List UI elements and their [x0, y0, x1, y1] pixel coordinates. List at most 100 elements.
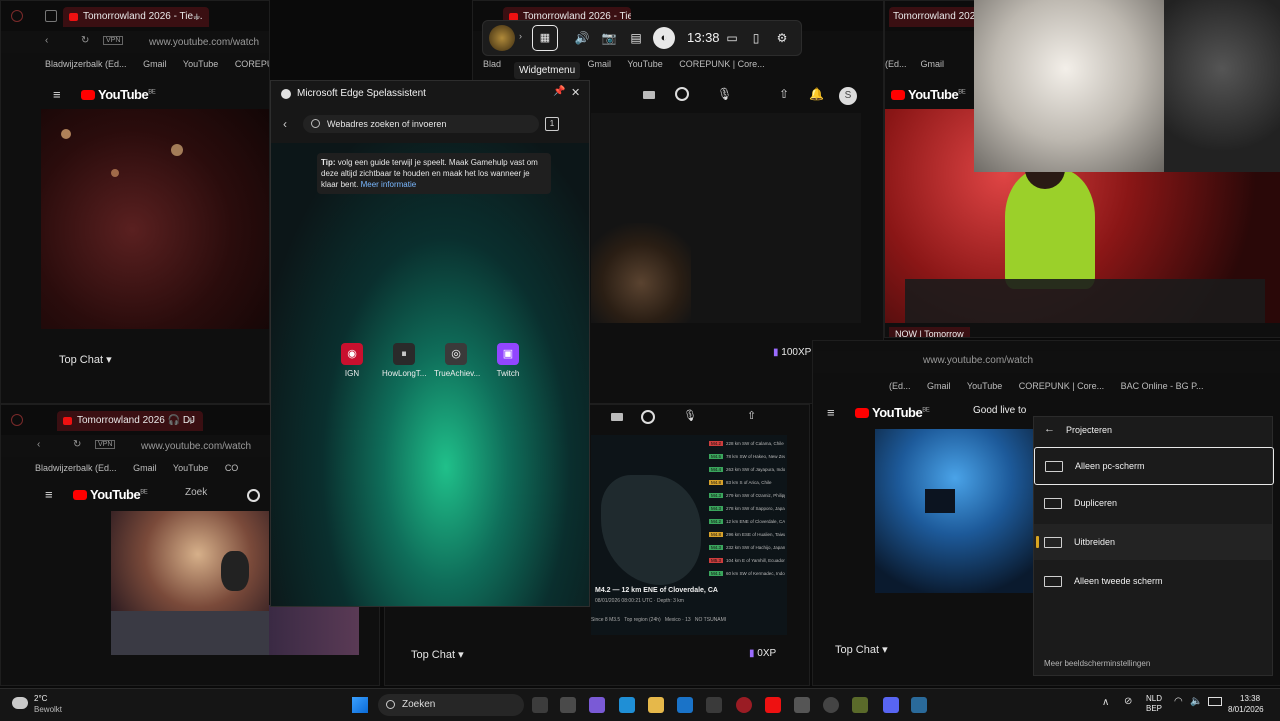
bell-icon[interactable]: 🔔: [809, 87, 824, 101]
bookmark-item[interactable]: Gmail: [143, 59, 167, 69]
pin-icon[interactable]: 📌: [553, 86, 565, 97]
search-icon[interactable]: [247, 489, 260, 502]
settings-gear-icon[interactable]: ⚙: [773, 29, 791, 47]
battery-icon[interactable]: [1208, 697, 1222, 706]
game-icon[interactable]: [11, 10, 23, 22]
tile-trueachievements[interactable]: ◎ TrueAchiev...: [434, 343, 480, 378]
store-icon[interactable]: [560, 697, 576, 713]
tab-youtube[interactable]: Tomorrowland 2026 - Tie: [889, 7, 981, 27]
cast-icon[interactable]: [643, 91, 655, 99]
url-field[interactable]: www.youtube.com/watch: [149, 37, 259, 48]
tip-link[interactable]: Meer informatie: [361, 180, 417, 189]
tabs-icon[interactable]: [45, 10, 57, 22]
search-icon[interactable]: [675, 87, 689, 101]
address-field[interactable]: Webadres zoeken of invoeren: [303, 115, 539, 133]
back-icon[interactable]: ‹: [37, 439, 40, 450]
close-icon[interactable]: ✕: [571, 86, 580, 99]
refresh-icon[interactable]: ↻: [81, 35, 89, 46]
clock-date[interactable]: 8/01/2026: [1228, 705, 1264, 714]
earthquake-row[interactable]: M4.160 km SW of Kermadec, Indonesia: [709, 571, 785, 583]
bookmark-item[interactable]: Gmail: [588, 59, 612, 69]
bookmark-item[interactable]: Bladwijzerbalk (Ed...: [35, 463, 117, 473]
search-input[interactable]: Zoek: [185, 487, 235, 503]
new-tab-button[interactable]: +: [193, 9, 201, 24]
start-button[interactable]: [352, 697, 368, 713]
search-icon[interactable]: [641, 410, 655, 424]
earthquake-row[interactable]: M4.8 296 km ESE of Hualien, Taiwan: [709, 532, 785, 544]
earthquake-row[interactable]: M4.4263 km SW of Jayapura, Indonesia: [709, 467, 785, 479]
back-icon[interactable]: ‹: [283, 117, 287, 131]
bookmark-item[interactable]: YouTube: [627, 59, 662, 69]
xbox-social-icon[interactable]: ◐: [653, 27, 675, 49]
youtube-logo[interactable]: YouTubeBE: [81, 87, 156, 102]
bookmark-item[interactable]: Gmail: [927, 381, 951, 391]
more-display-settings-link[interactable]: Meer beeldscherminstellingen: [1044, 659, 1150, 668]
game-avatar-icon[interactable]: [489, 25, 515, 51]
game-icon[interactable]: [11, 414, 23, 426]
task-view-icon[interactable]: [532, 697, 548, 713]
file-explorer-icon[interactable]: [648, 697, 664, 713]
performance-icon[interactable]: ▤: [627, 29, 645, 47]
bookmark-item[interactable]: (Ed...: [885, 59, 907, 69]
url-field[interactable]: www.youtube.com/watch: [141, 441, 251, 452]
earthquake-row[interactable]: M4.3279 km SW of Ozamiz, Philippines: [709, 493, 785, 505]
network-icon[interactable]: ⊘: [1124, 696, 1132, 707]
menu-icon[interactable]: ≡: [827, 405, 835, 420]
earthquake-row[interactable]: M4.578 km SW of Hakeo, New Zealand: [709, 454, 785, 466]
upload-icon[interactable]: ⇧: [779, 87, 789, 101]
video-player[interactable]: [41, 109, 269, 329]
bookmark-item[interactable]: Bladwijzerbalk (Ed...: [45, 59, 127, 69]
video-player[interactable]: [875, 429, 1035, 593]
earthquake-row[interactable]: M5.3 104 km E of Yamhill, Ecuador: [709, 558, 785, 570]
photos-icon[interactable]: [911, 697, 927, 713]
upload-icon[interactable]: ⇧: [747, 409, 756, 422]
volume-icon[interactable]: 🔊: [573, 29, 591, 47]
youtube-logo[interactable]: YouTubeBE: [73, 487, 148, 502]
cast-icon[interactable]: [611, 413, 623, 421]
project-option-second-only[interactable]: Alleen tweede scherm: [1034, 563, 1272, 599]
bookmark-item[interactable]: BAC Online - BG P...: [1121, 381, 1204, 391]
weather-desc[interactable]: Bewolkt: [34, 705, 62, 714]
weather-temp[interactable]: 2°C: [34, 694, 47, 703]
vpn-badge[interactable]: VPN: [95, 440, 116, 449]
earthquake-row[interactable]: M4.3 232 km SW of Hachijo, Japan: [709, 545, 785, 557]
bookmark-item[interactable]: Gmail: [133, 463, 157, 473]
earthquake-map[interactable]: M4.2 — 12 km ENE of Cloverdale, CA 08/01…: [591, 435, 787, 635]
video-player[interactable]: [111, 511, 269, 655]
controller-icon[interactable]: ▯: [747, 29, 765, 47]
back-icon[interactable]: ‹: [45, 35, 48, 46]
youtube-logo[interactable]: YouTubeBE: [855, 405, 930, 420]
tab-youtube[interactable]: Tomorrowland 2026 - Tie…: [63, 7, 209, 27]
wifi-icon[interactable]: ◠: [1174, 696, 1183, 707]
edge-icon[interactable]: [619, 697, 635, 713]
tile-ign[interactable]: ◉ IGN: [330, 343, 374, 378]
chatgpt-icon[interactable]: [823, 697, 839, 713]
opera-gx-icon[interactable]: [736, 697, 752, 713]
project-option-pc-only[interactable]: Alleen pc-scherm: [1034, 447, 1274, 485]
mic-icon[interactable]: 🎙: [683, 409, 697, 422]
youtube-icon[interactable]: [765, 697, 781, 713]
avatar[interactable]: S: [839, 87, 857, 105]
bookmark-item[interactable]: YouTube: [173, 463, 208, 473]
refresh-icon[interactable]: ↻: [73, 439, 81, 450]
bookmark-item[interactable]: COREPUNK | Core...: [235, 59, 269, 69]
bookmark-item[interactable]: Blad: [483, 59, 501, 69]
new-tab-button[interactable]: +: [187, 413, 195, 428]
url-field[interactable]: www.youtube.com/watch: [923, 355, 1033, 366]
language-indicator[interactable]: NLD BEP: [1146, 694, 1162, 714]
weather-icon[interactable]: [12, 697, 28, 709]
top-chat-label[interactable]: Top Chat ▾: [59, 353, 112, 366]
volume-icon[interactable]: 🔈: [1190, 696, 1202, 707]
copilot-icon[interactable]: [589, 697, 605, 713]
project-option-duplicate[interactable]: Dupliceren: [1034, 485, 1272, 521]
chevron-right-icon[interactable]: ›: [519, 31, 522, 41]
tab-youtube[interactable]: Tomorrowland 2026 🎧 DJ: [57, 411, 203, 431]
menu-icon[interactable]: ≡: [53, 87, 61, 102]
bookmark-item[interactable]: YouTube: [183, 59, 218, 69]
tray-chevron-icon[interactable]: ∧: [1102, 697, 1109, 708]
outlook-icon[interactable]: [677, 697, 693, 713]
search-input[interactable]: Good live to: [973, 405, 1026, 416]
earthquake-row[interactable]: M4.2 228 km SW of Calama, Chile: [709, 441, 785, 453]
bookmark-item[interactable]: COREPUNK | Core...: [679, 59, 764, 69]
clock-time[interactable]: 13:38: [1240, 694, 1260, 703]
